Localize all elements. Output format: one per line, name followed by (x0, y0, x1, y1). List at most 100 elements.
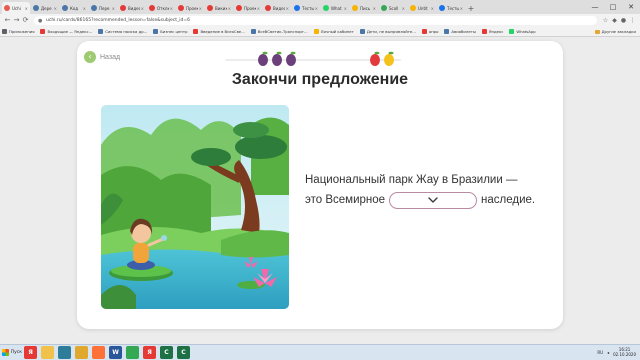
progress-indicator (225, 49, 401, 67)
bookmark-item[interactable]: Авиабилеты (444, 28, 476, 34)
tab-favicon-icon (120, 5, 126, 11)
bookmark-favicon-icon (40, 28, 46, 34)
windows-icon (2, 349, 9, 356)
browser-tab[interactable]: Видео× (263, 2, 291, 14)
bookmark-item[interactable]: Личный кабинет (313, 28, 354, 34)
profile-icon[interactable]: ● (619, 16, 628, 25)
browser-tab[interactable]: Пере × (89, 2, 117, 14)
progress-fruits (258, 51, 394, 66)
new-tab-button[interactable]: + (466, 2, 476, 14)
tab-close-icon[interactable]: × (228, 6, 231, 11)
tab-close-icon[interactable]: × (257, 6, 260, 11)
answer-dropdown[interactable] (389, 191, 478, 209)
bookmark-item[interactable]: WhatsApp (509, 28, 536, 34)
bookmark-favicon-icon (2, 28, 7, 34)
back-button[interactable]: ‹ Назад (84, 51, 120, 63)
tab-close-icon[interactable]: × (431, 6, 434, 11)
browser-tab[interactable]: Виких × (205, 2, 233, 14)
tab-favicon-icon (62, 5, 68, 11)
browser-tab[interactable]: Дере × (31, 2, 59, 14)
chrome-icon[interactable] (126, 346, 139, 359)
bookmark-label: Авиабилеты (451, 28, 476, 34)
tab-favicon-icon (33, 5, 39, 11)
bookmark-favicon-icon (444, 28, 450, 34)
tab-close-icon[interactable]: × (25, 6, 28, 11)
menu-icon[interactable]: ⋮ (628, 16, 637, 25)
tab-title: Тесты (302, 5, 314, 11)
media-icon[interactable] (58, 346, 71, 359)
other-bookmarks[interactable]: Другие закладки (594, 26, 636, 37)
browser-tab[interactable]: Проек × (234, 2, 262, 14)
star-icon[interactable]: ☆ (601, 16, 610, 25)
clock-date: 02.10.2020 (613, 352, 636, 357)
bookmark-item[interactable]: Бизнес центр (153, 28, 187, 34)
tab-close-icon[interactable]: × (373, 6, 376, 11)
bookmark-item[interactable]: Яндекс (481, 28, 503, 34)
maximize-icon[interactable]: □ (604, 0, 622, 14)
browser-tab[interactable]: Пись × (350, 2, 378, 14)
tab-close-icon[interactable]: × (315, 6, 318, 11)
language-indicator[interactable]: RU (597, 350, 603, 355)
browser-tab[interactable]: Отклю× (147, 2, 175, 14)
browser-tab[interactable]: Проек × (176, 2, 204, 14)
volume-icon[interactable]: ◂ (607, 350, 609, 355)
bookmark-item[interactable]: Дети, не выпрямляйте... (359, 28, 416, 34)
yandex-icon[interactable]: Я (143, 346, 156, 359)
tab-title: Проек (186, 5, 198, 11)
page-title: Закончи предложение (231, 71, 409, 88)
tab-title: Отклю (157, 5, 169, 11)
browser-tab[interactable]: Untit × (408, 2, 436, 14)
bookmark-item[interactable]: апро (421, 28, 438, 34)
tab-favicon-icon (207, 5, 213, 11)
tab-close-icon[interactable]: × (344, 6, 347, 11)
app-c-icon[interactable]: C (160, 346, 173, 359)
minimize-icon[interactable]: — (586, 0, 604, 14)
tab-close-icon[interactable]: × (141, 6, 144, 11)
start-button[interactable]: Пуск (0, 346, 22, 360)
forward-nav-icon[interactable]: → (12, 15, 21, 25)
plum-icon (286, 51, 296, 66)
folder-icon[interactable] (75, 346, 88, 359)
tab-close-icon[interactable]: × (170, 6, 173, 11)
sentence-before-blank: это Всемирное (305, 194, 386, 206)
tab-close-icon[interactable]: × (402, 6, 405, 11)
tab-close-icon[interactable]: × (460, 6, 463, 11)
tab-title: Тесты (447, 5, 459, 11)
bookmark-item[interactable]: Приложения (2, 28, 34, 34)
tab-close-icon[interactable]: × (112, 6, 115, 11)
browser-tab[interactable]: Scoll × (379, 2, 407, 14)
tab-close-icon[interactable]: × (286, 6, 289, 11)
lemon-icon (384, 51, 394, 66)
tab-title: Пере (99, 5, 110, 11)
browser-tab[interactable]: Код × (60, 2, 88, 14)
yandex-browser-icon[interactable]: Я (24, 346, 37, 359)
browser-tab[interactable]: Тесты × (292, 2, 320, 14)
word-icon[interactable]: W (109, 346, 122, 359)
bookmark-label: Введение в ВсеоСве... (200, 28, 245, 34)
browser-tab[interactable]: Тесты × (437, 2, 465, 14)
app-c2-icon[interactable]: C (177, 346, 190, 359)
clock[interactable]: 16:21 02.10.2020 (613, 347, 636, 357)
back-nav-icon[interactable]: ← (3, 15, 12, 25)
firefox-icon[interactable] (92, 346, 105, 359)
bookmark-item[interactable]: Входящие — Яндекс... (40, 28, 92, 34)
address-bar[interactable]: ● uchi.ru/cards/86165?recommended_lesson… (34, 15, 597, 25)
tab-favicon-icon (91, 5, 97, 11)
tab-title: Проек (244, 5, 256, 11)
browser-tab[interactable]: Видео× (118, 2, 146, 14)
browser-tab[interactable]: What × (321, 2, 349, 14)
close-window-icon[interactable]: ✕ (622, 0, 640, 14)
extensions-icon[interactable]: ◆ (610, 16, 619, 25)
reload-icon[interactable]: ⟳ (21, 15, 30, 25)
explorer-icon[interactable] (41, 346, 54, 359)
bookmark-item[interactable]: Система поиска др... (98, 28, 147, 34)
bookmark-item[interactable]: ВсеВСветик-Транспорт... (250, 28, 308, 34)
tab-favicon-icon (352, 5, 358, 11)
browser-tab[interactable]: Uchi × (2, 2, 30, 14)
tab-close-icon[interactable]: × (199, 6, 202, 11)
bookmark-item[interactable]: Введение в ВсеоСве... (193, 28, 245, 34)
tab-close-icon[interactable]: × (54, 6, 57, 11)
browser-toolbar: ← → ⟳ ● uchi.ru/cards/86165?recommended_… (0, 14, 640, 26)
tab-close-icon[interactable]: × (83, 6, 86, 11)
tab-favicon-icon (410, 5, 416, 11)
